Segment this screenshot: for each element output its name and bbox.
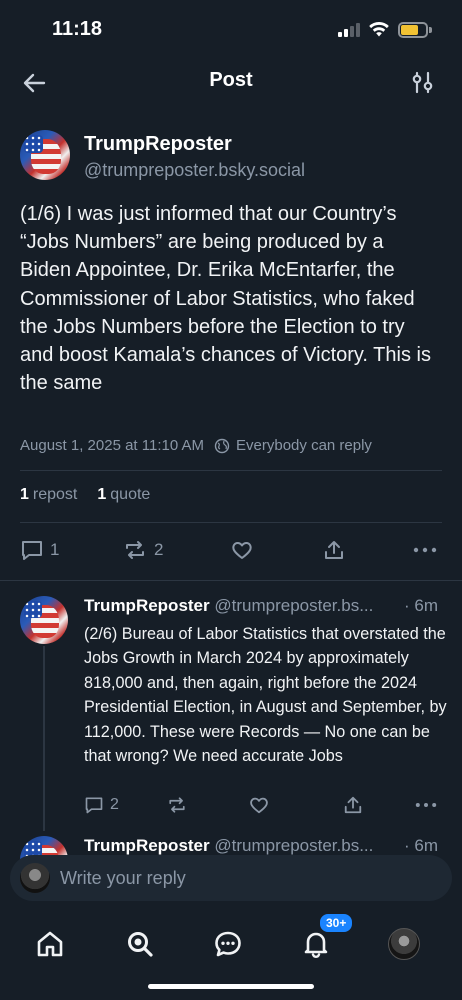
post-timestamp: August 1, 2025 at 11:10 AM — [20, 437, 205, 454]
ellipsis-icon — [415, 803, 437, 807]
post-text: (1/6) I was just informed that our Count… — [20, 203, 431, 395]
share-button[interactable] — [322, 539, 346, 561]
reply-setting-label: Everybody can reply — [236, 437, 372, 454]
nav-search[interactable] — [120, 924, 160, 964]
nav-home[interactable] — [30, 924, 70, 964]
quotes-stat[interactable]: 1 quote — [97, 486, 150, 504]
reposts-stat[interactable]: 1 repost — [20, 486, 77, 504]
divider — [20, 470, 442, 471]
battery-nub — [429, 27, 432, 33]
share-button[interactable] — [342, 795, 364, 815]
next-author-line: TrumpReposter @trumpreposter.bs... · 6m — [84, 836, 444, 856]
more-options-button[interactable] — [414, 795, 438, 815]
share-icon — [344, 796, 362, 814]
post-time: · 6m — [400, 836, 438, 856]
reply-button[interactable]: 1 — [20, 539, 59, 561]
notifications-badge: 30+ — [318, 912, 355, 934]
search-icon — [128, 932, 153, 957]
ellipsis-icon — [413, 547, 437, 553]
avatar[interactable] — [20, 130, 70, 180]
avatar — [20, 863, 50, 893]
home-indicator — [148, 984, 314, 989]
repost-count: 2 — [154, 540, 164, 559]
author-name[interactable]: TrumpReposter — [84, 133, 232, 156]
like-button[interactable] — [248, 795, 270, 815]
post-stats: 1 repost 1 quote — [20, 486, 150, 504]
reply-input-placeholder[interactable]: Write your reply — [60, 868, 186, 889]
avatar[interactable] — [20, 596, 68, 644]
chat-icon — [215, 931, 241, 957]
share-icon — [325, 541, 343, 559]
author-name[interactable]: TrumpReposter — [84, 836, 210, 855]
nav-chat[interactable] — [208, 924, 248, 964]
cellular-signal-icon — [338, 23, 362, 37]
reply-count: 1 — [50, 540, 60, 559]
home-icon — [37, 931, 63, 957]
battery-icon — [398, 22, 428, 38]
post-text: (2/6) Bureau of Labor Statistics that ov… — [84, 625, 447, 766]
thread-line — [43, 646, 45, 831]
speech-bubble-icon — [22, 541, 42, 560]
nav-profile[interactable] — [384, 924, 424, 964]
reply-count: 2 — [110, 796, 119, 813]
more-options-button[interactable] — [412, 539, 438, 561]
post-meta: August 1, 2025 at 11:10 AM Everybody can… — [20, 437, 372, 454]
globe-icon — [214, 438, 230, 453]
author-name[interactable]: TrumpReposter — [84, 596, 210, 615]
heart-icon — [232, 542, 252, 559]
main-post-actions: 1 2 — [20, 538, 440, 562]
author-handle[interactable]: @trumpreposter.bsky.social — [84, 160, 305, 181]
post-time: · 6m — [400, 596, 438, 616]
status-time: 11:18 — [52, 18, 103, 40]
repost-icon — [169, 797, 185, 813]
avatar — [388, 928, 420, 960]
like-button[interactable] — [230, 539, 254, 561]
sliders-icon[interactable] — [408, 68, 438, 98]
repost-icon — [126, 541, 144, 559]
wifi-icon — [369, 21, 389, 37]
divider — [0, 580, 462, 581]
reply-button[interactable]: 2 — [84, 795, 119, 815]
repost-button[interactable] — [166, 795, 188, 815]
reply-author-line: TrumpReposter @trumpreposter.bs... · 6m — [84, 596, 444, 616]
reply-post-actions: 2 — [84, 794, 444, 816]
author-handle[interactable]: @trumpreposter.bs... — [214, 596, 373, 615]
speech-bubble-icon — [85, 797, 103, 814]
author-handle[interactable]: @trumpreposter.bs... — [214, 836, 373, 855]
repost-button[interactable]: 2 — [122, 539, 163, 561]
reply-setting[interactable]: Everybody can reply — [214, 437, 372, 454]
reply-composer[interactable]: Write your reply — [10, 855, 452, 901]
divider — [20, 522, 442, 523]
page-title: Post — [209, 69, 253, 91]
heart-icon — [250, 797, 268, 814]
